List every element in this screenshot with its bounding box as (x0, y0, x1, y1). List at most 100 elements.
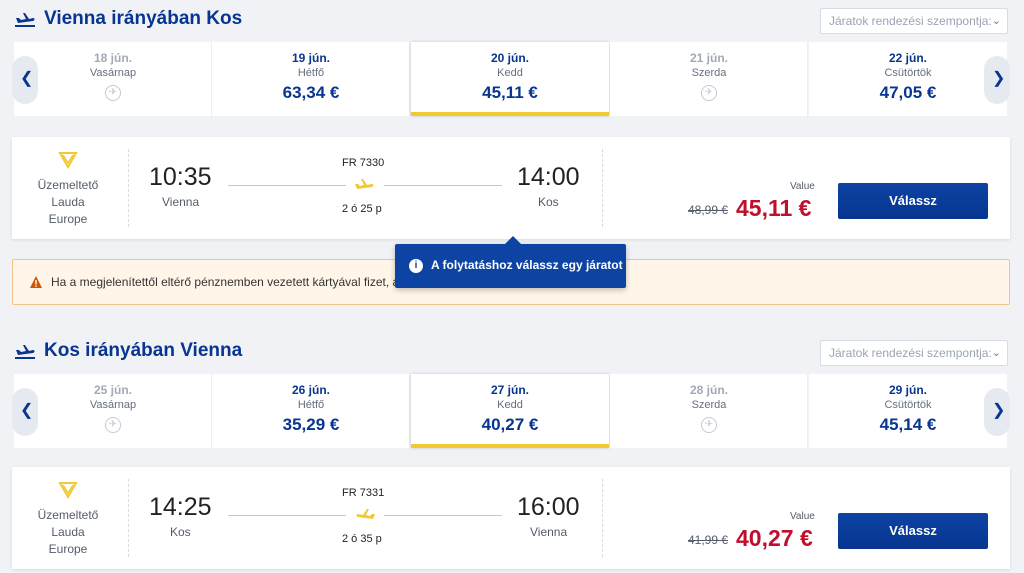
outbound-date-3: 21 jún. Szerda ✈ (610, 42, 808, 116)
no-flight-icon: ✈ (701, 417, 717, 433)
arrival-city: Vienna (530, 525, 568, 539)
date-label: 28 jún. (689, 383, 728, 397)
route-line (384, 185, 502, 186)
weekday-label: Csütörtök (884, 399, 932, 411)
select-flight-button[interactable]: Válassz (838, 183, 988, 219)
flight-plane-icon (355, 179, 374, 189)
departure-plane-icon (15, 345, 35, 359)
weekday-label: Vasárnap (89, 67, 137, 79)
warning-icon (30, 276, 42, 288)
chevron-down-icon: ⌄ (991, 347, 1001, 359)
date-label: 20 jún. (490, 51, 529, 65)
divider (128, 479, 129, 557)
current-price: 45,11 € (736, 195, 812, 221)
chevron-right-icon: ❯ (992, 70, 1006, 87)
weekday-label: Csütörtök (884, 67, 932, 79)
operator-label: Üzemeltető (37, 508, 99, 522)
outbound-date-1[interactable]: 19 jún. Hétfő 63,34 € (212, 42, 410, 116)
date-label: 18 jún. (93, 51, 132, 65)
arrival-time: 14:00 (517, 163, 580, 191)
flight-number: FR 7331 (342, 487, 385, 499)
divider (602, 479, 603, 557)
outbound-sort-select[interactable]: Járatok rendezési szempontja: ⌄ (820, 8, 1008, 34)
outbound-date-2[interactable]: 20 jún. Kedd 45,11 € (411, 42, 609, 116)
info-icon: i (409, 259, 423, 273)
select-flight-tooltip: i A folytatáshoz válassz egy járatot (395, 236, 626, 288)
operator-info: Üzemeltető Lauda Europe (30, 507, 106, 558)
departure-time: 10:35 (149, 163, 212, 191)
chevron-down-icon: ⌄ (991, 15, 1001, 27)
date-label: 25 jún. (93, 383, 132, 397)
route-line (384, 515, 502, 516)
departure-city: Vienna (162, 195, 200, 209)
date-label: 19 jún. (291, 51, 330, 65)
operator-label: Üzemeltető (37, 178, 99, 192)
no-flight-icon: ✈ (105, 417, 121, 433)
weekday-label: Szerda (691, 67, 727, 79)
date-price: 40,27 € (481, 415, 539, 434)
date-price: 35,29 € (282, 415, 340, 434)
flight-plane-icon (356, 509, 375, 519)
inbound-date-4[interactable]: 29 jún. Csütörtök 45,14 € (809, 374, 1007, 448)
inbound-date-0: 25 jún. Vasárnap ✈ (14, 374, 212, 448)
inbound-next-dates-button[interactable]: ❯ (984, 388, 1010, 436)
chevron-left-icon: ❮ (20, 70, 34, 87)
warning-text: Ha a megjelenítettől eltérő pénznemben v… (51, 275, 400, 289)
weekday-label: Hétfő (297, 399, 325, 411)
date-price: 63,34 € (282, 83, 340, 102)
outbound-date-0: 18 jún. Vasárnap ✈ (14, 42, 212, 116)
old-price: 48,99 € (688, 203, 729, 217)
chevron-right-icon: ❯ (992, 402, 1006, 419)
select-flight-button[interactable]: Válassz (838, 513, 988, 549)
inbound-date-strip: 25 jún. Vasárnap ✈ 26 jún. Hétfő 35,29 €… (12, 374, 1010, 448)
date-label: 22 jún. (888, 51, 927, 65)
inbound-date-3: 28 jún. Szerda ✈ (610, 374, 808, 448)
departure-city: Kos (170, 525, 191, 539)
inbound-title: Kos irányában Vienna (44, 340, 243, 361)
operator-name-line2: Europe (48, 212, 88, 226)
flight-duration: 2 ó 25 p (342, 203, 382, 215)
date-label: 26 jún. (291, 383, 330, 397)
operator-info: Üzemeltető Lauda Europe (30, 177, 106, 228)
divider (128, 149, 129, 227)
ryanair-harp-icon (58, 152, 78, 169)
no-flight-icon: ✈ (701, 85, 717, 101)
ryanair-harp-icon (58, 482, 78, 499)
date-price: 45,14 € (879, 415, 937, 434)
selected-indicator (411, 112, 609, 116)
date-label: 27 jún. (490, 383, 529, 397)
no-flight-icon: ✈ (105, 85, 121, 101)
weekday-label: Vasárnap (89, 399, 137, 411)
date-label: 29 jún. (888, 383, 927, 397)
inbound-date-2[interactable]: 27 jún. Kedd 40,27 € (411, 374, 609, 448)
route-line (228, 185, 346, 186)
old-price: 41,99 € (688, 533, 729, 547)
departure-time: 14:25 (149, 493, 212, 521)
inbound-prev-dates-button[interactable]: ❮ (12, 388, 38, 436)
outbound-date-4[interactable]: 22 jún. Csütörtök 47,05 € (809, 42, 1007, 116)
selected-indicator (411, 444, 609, 448)
inbound-sort-placeholder: Járatok rendezési szempontja: (829, 346, 992, 360)
divider (602, 149, 603, 227)
fare-type-label: Value (790, 511, 815, 522)
operator-name-line1: Lauda (51, 195, 85, 209)
inbound-sort-select[interactable]: Járatok rendezési szempontja: ⌄ (820, 340, 1008, 366)
current-price: 40,27 € (736, 525, 813, 551)
date-price: 47,05 € (879, 83, 937, 102)
route-line (228, 515, 346, 516)
operator-name-line2: Europe (48, 542, 88, 556)
outbound-title: Vienna irányában Kos (44, 8, 243, 29)
date-price: 45,11 € (482, 83, 538, 102)
weekday-label: Hétfő (297, 67, 325, 79)
inbound-flight-card: Üzemeltető Lauda Europe 14:25 Kos FR 733… (12, 467, 1010, 569)
flight-duration: 2 ó 35 p (342, 533, 382, 545)
operator-name-line1: Lauda (51, 525, 85, 539)
tooltip-text: A folytatáshoz válassz egy járatot (431, 258, 623, 272)
outbound-sort-placeholder: Járatok rendezési szempontja: (829, 14, 992, 28)
outbound-prev-dates-button[interactable]: ❮ (12, 56, 38, 104)
inbound-header: Kos irányában Vienna Járatok rendezési s… (0, 336, 1024, 370)
outbound-next-dates-button[interactable]: ❯ (984, 56, 1010, 104)
weekday-label: Szerda (691, 399, 727, 411)
tooltip-caret (505, 236, 521, 244)
inbound-date-1[interactable]: 26 jún. Hétfő 35,29 € (212, 374, 410, 448)
